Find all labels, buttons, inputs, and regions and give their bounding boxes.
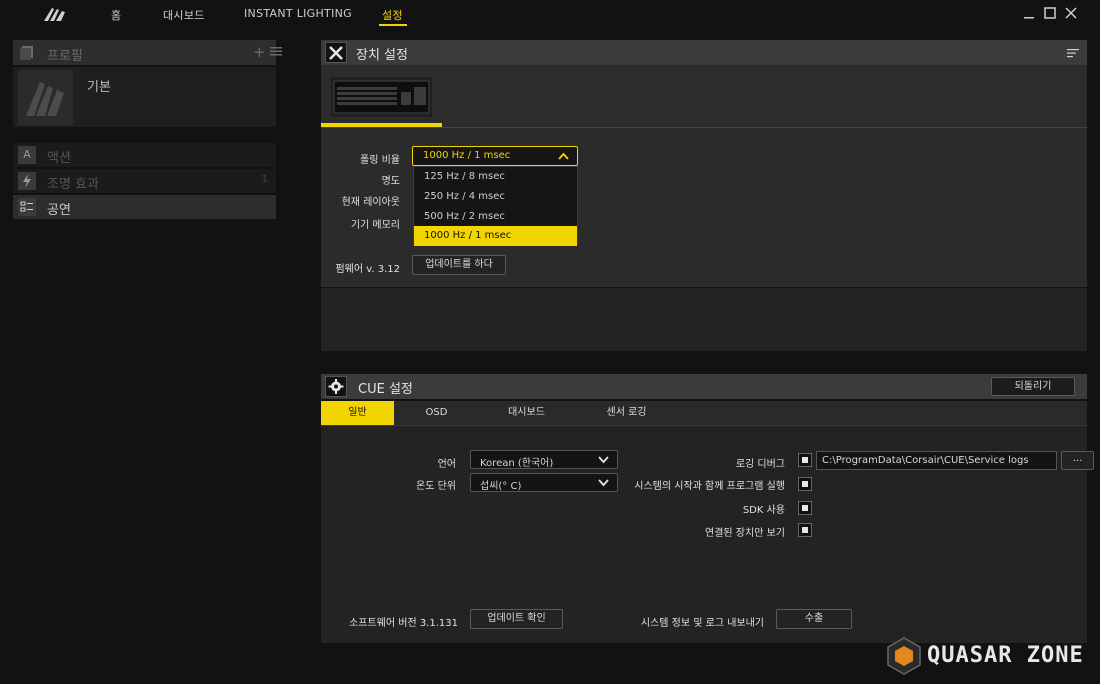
- nav-active-indicator: [379, 24, 407, 26]
- polling-option[interactable]: 500 Hz / 2 msec: [414, 207, 577, 227]
- panel-menu-icon[interactable]: [1067, 48, 1079, 58]
- tab-general[interactable]: 일반: [321, 401, 394, 425]
- profile-icon: [20, 46, 33, 60]
- tab-osd[interactable]: OSD: [400, 401, 473, 425]
- run-at-startup-checkbox[interactable]: [798, 477, 812, 491]
- keyboard-device-thumbnail[interactable]: [331, 77, 432, 117]
- connected-only-label: 연결된 장치만 보기: [705, 528, 785, 539]
- restore-button[interactable]: 되돌리기: [991, 377, 1075, 396]
- quasarzone-logo-icon: [887, 637, 921, 675]
- action-icon: A: [18, 146, 36, 164]
- polling-rate-dropdown[interactable]: 1000 Hz / 1 msec: [412, 146, 578, 166]
- minimize-icon[interactable]: [1022, 6, 1036, 20]
- cue-settings-header: CUE 설정 되돌리기: [321, 374, 1087, 399]
- nav-dashboard[interactable]: 대시보드: [163, 7, 205, 23]
- top-nav-bar: 홈 대시보드 INSTANT LIGHTING 설정: [0, 0, 1100, 28]
- profile-name: 기본: [87, 80, 111, 95]
- tools-icon: [325, 42, 347, 63]
- chevron-up-icon: [558, 152, 569, 160]
- check-update-button[interactable]: 업데이트 확인: [470, 609, 563, 629]
- device-memory-label: 기기 메모리: [350, 220, 400, 231]
- sidebar-item-count: 1: [261, 174, 268, 185]
- profile-header: 프로필 +: [13, 40, 282, 65]
- sdk-checkbox[interactable]: [798, 501, 812, 515]
- nav-home[interactable]: 홈: [111, 7, 121, 23]
- language-value: Korean (한국어): [480, 458, 554, 469]
- firmware-label: 펌웨어 v. 3.12: [335, 264, 400, 275]
- cue-settings-title: CUE 설정: [358, 382, 413, 397]
- polling-rate-value: 1000 Hz / 1 msec: [423, 150, 511, 161]
- firmware-update-button[interactable]: 업데이트를 하다: [412, 255, 506, 275]
- log-path-field[interactable]: C:\ProgramData\Corsair\CUE\Service logs: [816, 451, 1057, 470]
- close-icon[interactable]: [1064, 6, 1078, 20]
- brightness-label: 명도: [381, 176, 400, 187]
- run-at-startup-label: 시스템의 시작과 함께 프로그램 실행: [634, 481, 785, 492]
- bolt-icon: [18, 172, 36, 190]
- add-profile-button[interactable]: +: [253, 43, 266, 61]
- polling-option-selected[interactable]: 1000 Hz / 1 msec: [414, 226, 577, 246]
- chevron-down-icon: [598, 479, 609, 487]
- export-button[interactable]: 수출: [776, 609, 852, 629]
- performance-icon: [18, 198, 36, 216]
- device-strip: [321, 65, 1087, 127]
- sidebar-item-label: 공연: [47, 203, 71, 218]
- sidebar-item-lighting[interactable]: 조명 효과 1: [13, 169, 276, 193]
- gear-icon: [325, 376, 347, 397]
- language-select[interactable]: Korean (한국어): [470, 450, 618, 469]
- current-layout-label: 현재 레이아웃: [341, 197, 400, 208]
- sidebar-item-label: 액션: [47, 151, 71, 166]
- profile-card-default[interactable]: 기본: [13, 67, 276, 127]
- polling-rate-options: 125 Hz / 8 msec 250 Hz / 4 msec 500 Hz /…: [413, 166, 578, 246]
- corsair-logo-icon: [44, 8, 65, 21]
- tab-dashboard[interactable]: 대시보드: [490, 401, 563, 425]
- corsair-sails-icon: [26, 82, 64, 116]
- temperature-unit-value: 섭씨(° C): [480, 481, 522, 492]
- profile-menu-icon[interactable]: [270, 45, 282, 57]
- keyboard-icon: [333, 80, 430, 114]
- sidebar-item-label: 조명 효과: [47, 177, 99, 192]
- profile-header-label: 프로필: [47, 49, 83, 64]
- connected-only-checkbox[interactable]: [798, 523, 812, 537]
- sdk-label: SDK 사용: [742, 505, 785, 516]
- sidebar-item-actions[interactable]: A 액션: [13, 143, 276, 167]
- nav-settings[interactable]: 설정: [382, 7, 403, 23]
- sidebar-item-performance[interactable]: 공연: [13, 195, 276, 219]
- software-version-label: 소프트웨어 버전 3.1.131: [349, 618, 458, 629]
- maximize-icon[interactable]: [1043, 6, 1057, 20]
- nav-instant-lighting[interactable]: INSTANT LIGHTING: [244, 7, 352, 20]
- device-settings-header: 장치 설정: [321, 40, 1087, 65]
- browse-button[interactable]: ...: [1061, 451, 1094, 470]
- profile-image: [18, 70, 73, 125]
- tab-sensor-logging[interactable]: 센서 로깅: [590, 401, 663, 425]
- temperature-unit-label: 온도 단위: [416, 481, 456, 492]
- logging-debug-checkbox[interactable]: [798, 453, 812, 467]
- device-settings-footer: [321, 288, 1087, 351]
- language-label: 언어: [437, 459, 456, 470]
- chevron-down-icon: [598, 456, 609, 464]
- polling-rate-label: 폴링 비율: [360, 155, 400, 166]
- logging-debug-label: 로깅 디버그: [735, 459, 785, 470]
- polling-option[interactable]: 250 Hz / 4 msec: [414, 187, 577, 207]
- watermark-text: QUASAR ZONE: [927, 643, 1084, 668]
- polling-option[interactable]: 125 Hz / 8 msec: [414, 167, 577, 187]
- temperature-unit-select[interactable]: 섭씨(° C): [470, 473, 618, 492]
- export-logs-label: 시스템 정보 및 로그 내보내기: [640, 618, 764, 629]
- device-settings-title: 장치 설정: [356, 48, 408, 63]
